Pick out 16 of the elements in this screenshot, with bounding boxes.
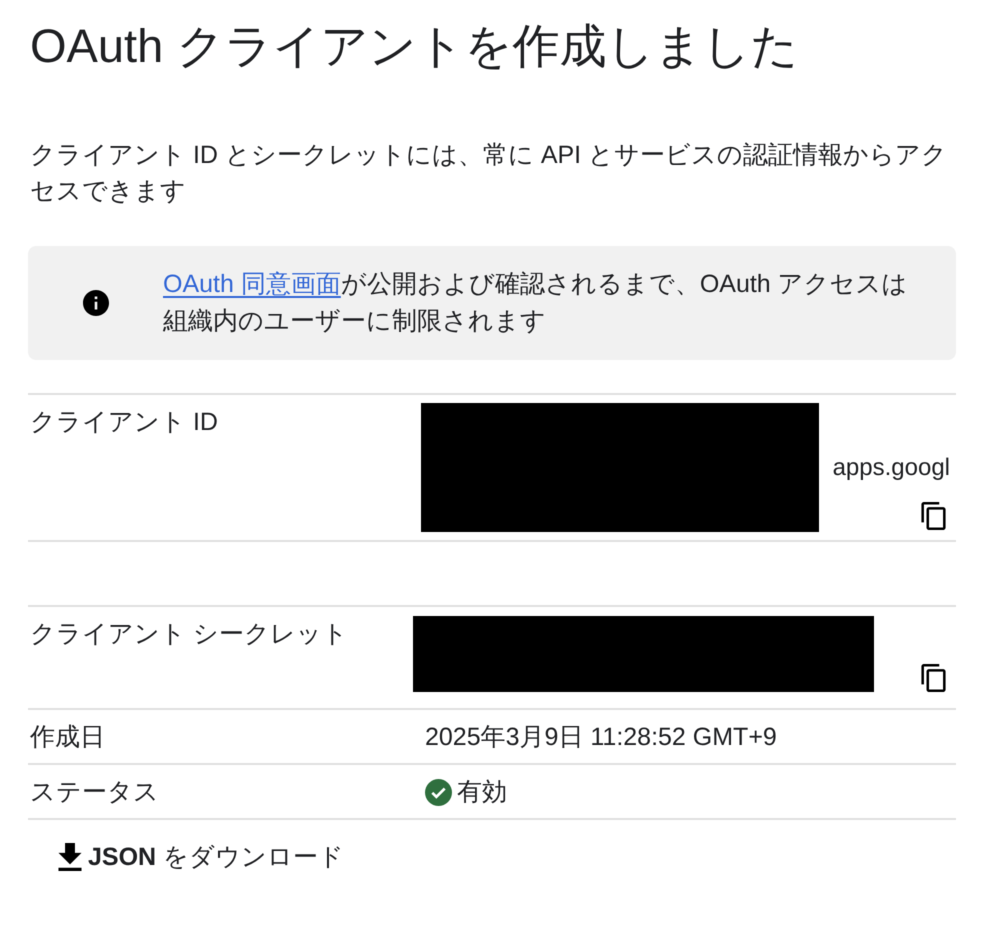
notice-text: OAuth 同意画面が公開および確認されるまで、OAuth アクセスは組織内のユーザーに制限されます	[163, 269, 909, 337]
field-label: 作成日	[29, 722, 106, 753]
status-text: 有効	[457, 777, 507, 807]
field-value: 2025年3月9日 11:28:52 GMT+9	[424, 722, 778, 753]
description-text: クライアント ID とシークレットには、常に API とサービスの認証情報からアクセスできます	[30, 140, 948, 207]
client-id-text: apps.googl	[832, 454, 950, 482]
field-label: クライアント シークレット	[29, 619, 349, 650]
page-title: OAuth クライアントを作成しました	[30, 18, 800, 74]
info-icon	[83, 290, 109, 316]
consent-screen-link[interactable]: OAuth 同意画面	[163, 270, 341, 298]
copy-icon[interactable]	[921, 502, 946, 530]
field-label: ステータス	[29, 777, 160, 808]
field-label: クライアント ID	[29, 407, 219, 438]
download-json-button[interactable]: JSON をダウンロード	[46, 836, 356, 878]
copy-icon[interactable]	[921, 664, 946, 692]
download-icon	[58, 843, 82, 871]
